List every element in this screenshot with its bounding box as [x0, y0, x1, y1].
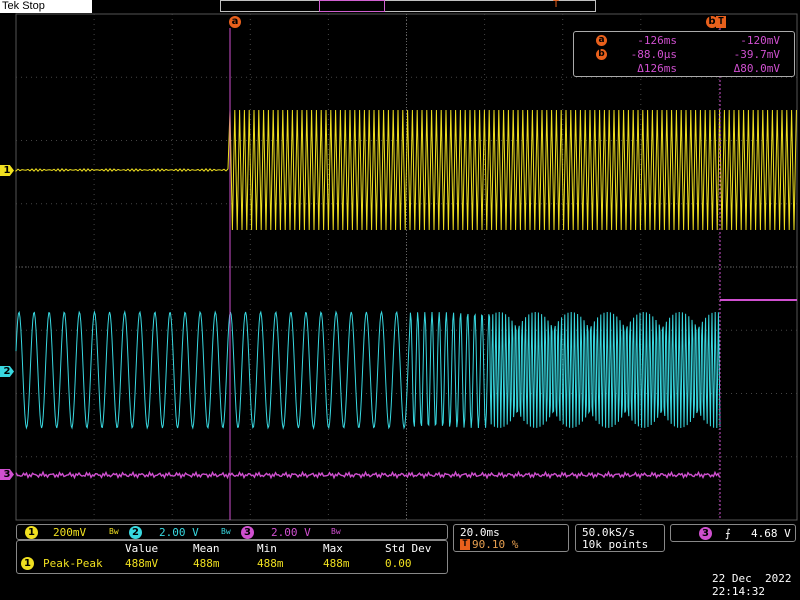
- meas-header-value: Value: [125, 542, 159, 555]
- ch3-bw-icon: Bw: [331, 527, 341, 536]
- trigger-level[interactable]: 4.68 V: [751, 527, 791, 540]
- trigger-time-marker: T: [716, 16, 726, 28]
- ch2-waveform: [15, 310, 721, 430]
- clock: 22 Dec 2022 22:14:32: [712, 572, 791, 598]
- cursor-a-time: -126ms: [637, 34, 677, 47]
- readout-a-tag: a: [596, 35, 607, 46]
- graticule-grid: [15, 13, 798, 521]
- clock-time: 22:14:32: [712, 585, 765, 598]
- ch1-scale[interactable]: 200mV: [53, 526, 86, 539]
- cursor-a-tag[interactable]: a: [229, 16, 241, 28]
- oscilloscope-screen: Tek Stop T a b T a -126ms -120mV b -88.0…: [0, 0, 800, 600]
- ch2-scale[interactable]: 2.00 V: [159, 526, 199, 539]
- meas-mean: 488m: [193, 557, 220, 570]
- waveform-display[interactable]: [0, 0, 800, 600]
- meas-header-max: Max: [323, 542, 343, 555]
- trigger-position-icon: T: [460, 539, 470, 550]
- channel-scale-bar[interactable]: 1 200mV Bw 2 2.00 V Bw 3 2.00 V Bw: [16, 524, 448, 540]
- cursor-b-volt: -39.7mV: [733, 48, 780, 61]
- cursor-b-time: -88.0μs: [630, 48, 677, 61]
- meas-header-stddev: Std Dev: [385, 542, 432, 555]
- clock-date: 22 Dec 2022: [712, 572, 792, 585]
- ch3-chip[interactable]: 3: [241, 526, 254, 539]
- meas-min: 488m: [257, 557, 284, 570]
- measurement-panel[interactable]: Value Mean Min Max Std Dev 1 Peak-Peak 4…: [16, 540, 448, 574]
- trigger-source-chip: 3: [699, 527, 712, 540]
- ch3-waveform: [15, 470, 721, 480]
- meas-max: 488m: [323, 557, 350, 570]
- trigger-panel[interactable]: 3 ⨍ 4.68 V: [670, 524, 796, 542]
- meas-source-chip: 1: [21, 557, 34, 570]
- timebase-panel[interactable]: 20.0ms T 90.10 %: [453, 524, 569, 552]
- cursor-a-volt: -120mV: [740, 34, 780, 47]
- meas-stddev: 0.00: [385, 557, 412, 570]
- meas-header-min: Min: [257, 542, 277, 555]
- ch2-bw-icon: Bw: [221, 527, 231, 536]
- meas-value: 488mV: [125, 557, 159, 570]
- ch3-scale[interactable]: 2.00 V: [271, 526, 311, 539]
- cursor-delta-time: Δ126ms: [637, 62, 677, 75]
- ch2-chip[interactable]: 2: [129, 526, 142, 539]
- ch1-bw-icon: Bw: [109, 527, 119, 536]
- ch1-chip[interactable]: 1: [25, 526, 38, 539]
- cursor-delta-volt: Δ80.0mV: [733, 62, 780, 75]
- record-length: 10k points: [582, 538, 649, 551]
- cursor-readout-panel: a -126ms -120mV b -88.0μs -39.7mV Δ126ms…: [573, 31, 795, 77]
- trigger-slope-icon: ⨍: [725, 527, 731, 540]
- trigger-position-percent[interactable]: 90.10 %: [472, 538, 518, 551]
- readout-b-tag: b: [596, 49, 607, 60]
- acquisition-panel[interactable]: 50.0kS/s 10k points: [575, 524, 665, 552]
- meas-name: Peak-Peak: [43, 557, 103, 570]
- meas-header-mean: Mean: [193, 542, 220, 555]
